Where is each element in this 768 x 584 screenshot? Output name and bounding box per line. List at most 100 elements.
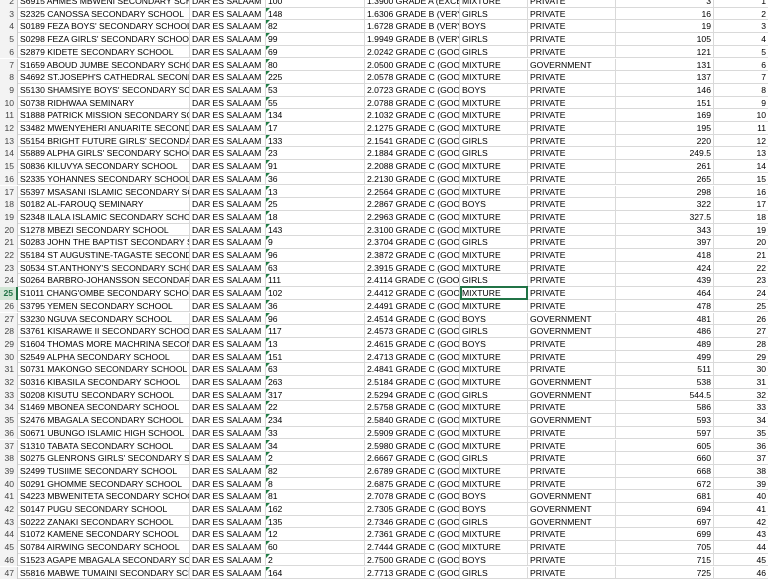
- regional-rank-cell[interactable]: 23: [714, 274, 768, 287]
- gender-cell[interactable]: MIXTURE: [460, 185, 528, 199]
- row-header[interactable]: 45: [0, 541, 18, 554]
- national-position-cell[interactable]: 597: [616, 426, 714, 440]
- regional-rank-cell[interactable]: 26: [714, 313, 768, 326]
- regional-rank-cell[interactable]: 40: [714, 490, 768, 503]
- ownership-cell[interactable]: GOVERNMENT: [528, 515, 616, 529]
- row-header[interactable]: 25: [0, 287, 18, 300]
- national-position-cell[interactable]: 249.5: [616, 147, 714, 161]
- national-position-cell[interactable]: 593: [616, 414, 714, 427]
- ownership-cell[interactable]: PRIVATE: [528, 553, 616, 567]
- region-cell[interactable]: DAR ES SALAAM: [190, 147, 266, 161]
- national-position-cell[interactable]: 668: [616, 464, 714, 478]
- gpa-grade-cell[interactable]: 2.1884 GRADE C (GOOD): [365, 147, 460, 161]
- ownership-cell[interactable]: PRIVATE: [528, 96, 616, 110]
- region-cell[interactable]: DAR ES SALAAM: [190, 325, 266, 338]
- national-position-cell[interactable]: 19: [616, 20, 714, 34]
- gender-cell[interactable]: GIRLS: [460, 236, 528, 249]
- national-position-cell[interactable]: 681: [616, 490, 714, 503]
- ownership-cell[interactable]: PRIVATE: [528, 363, 616, 376]
- school-name-cell[interactable]: S0298 FEZA GIRLS' SECONDARY SCHOOL: [18, 33, 190, 46]
- ownership-cell[interactable]: PRIVATE: [528, 185, 616, 199]
- regional-rank-cell[interactable]: 5: [714, 46, 768, 59]
- national-position-cell[interactable]: 538: [616, 376, 714, 389]
- gender-cell[interactable]: MIXTURE: [460, 261, 528, 275]
- region-cell[interactable]: DAR ES SALAAM: [190, 172, 266, 186]
- regional-rank-cell[interactable]: 34: [714, 414, 768, 427]
- gpa-grade-cell[interactable]: 2.4114 GRADE C (GOOD): [365, 274, 460, 288]
- school-name-cell[interactable]: S1011 CHANG'OMBE SECONDARY SCHOOL: [18, 287, 190, 300]
- candidates-cell[interactable]: 91: [266, 160, 365, 173]
- ownership-cell[interactable]: PRIVATE: [528, 401, 616, 415]
- candidates-cell[interactable]: 111: [266, 274, 365, 288]
- gpa-grade-cell[interactable]: 2.0500 GRADE C (GOOD): [365, 58, 460, 72]
- region-cell[interactable]: DAR ES SALAAM: [190, 503, 266, 516]
- gender-cell[interactable]: MIXTURE: [460, 426, 528, 440]
- gender-cell[interactable]: MIXTURE: [460, 350, 528, 364]
- region-cell[interactable]: DAR ES SALAAM: [190, 287, 266, 300]
- gender-cell[interactable]: BOYS: [460, 20, 528, 34]
- gender-cell[interactable]: MIXTURE: [460, 122, 528, 135]
- gender-cell[interactable]: BOYS: [460, 312, 528, 326]
- gender-cell[interactable]: BOYS: [460, 503, 528, 516]
- national-position-cell[interactable]: 511: [616, 363, 714, 376]
- row-header[interactable]: 36: [0, 426, 18, 440]
- row-header[interactable]: 12: [0, 122, 18, 135]
- row-header[interactable]: 40: [0, 477, 18, 491]
- gender-cell[interactable]: BOYS: [460, 553, 528, 567]
- gpa-grade-cell[interactable]: 1.6728 GRADE B (VERY GOOD): [365, 20, 460, 34]
- gpa-grade-cell[interactable]: 2.2564 GRADE C (GOOD): [365, 185, 460, 199]
- gpa-grade-cell[interactable]: 2.2130 GRADE C (GOOD): [365, 172, 460, 186]
- gender-cell[interactable]: GIRLS: [460, 134, 528, 148]
- gender-cell[interactable]: MIXTURE: [460, 541, 528, 554]
- national-position-cell[interactable]: 499: [616, 350, 714, 364]
- school-name-cell[interactable]: S0671 UBUNGO ISLAMIC HIGH SCHOOL: [18, 426, 190, 440]
- candidates-cell[interactable]: 34: [266, 439, 365, 453]
- ownership-cell[interactable]: PRIVATE: [528, 464, 616, 478]
- national-position-cell[interactable]: 195: [616, 122, 714, 135]
- row-header[interactable]: 16: [0, 172, 18, 186]
- gpa-grade-cell[interactable]: 2.7713 GRADE C (GOOD): [365, 566, 460, 580]
- ownership-cell[interactable]: PRIVATE: [528, 452, 616, 465]
- row-header[interactable]: 17: [0, 185, 18, 199]
- gender-cell[interactable]: MIXTURE: [460, 376, 528, 389]
- national-position-cell[interactable]: 660: [616, 452, 714, 465]
- regional-rank-cell[interactable]: 10: [714, 109, 768, 122]
- gender-cell[interactable]: BOYS: [460, 337, 528, 351]
- candidates-cell[interactable]: 82: [266, 20, 365, 34]
- regional-rank-cell[interactable]: 8: [714, 84, 768, 97]
- region-cell[interactable]: DAR ES SALAAM: [190, 96, 266, 110]
- gender-cell[interactable]: MIXTURE: [460, 464, 528, 478]
- gender-cell[interactable]: GIRLS: [460, 45, 528, 59]
- gpa-grade-cell[interactable]: 2.1275 GRADE C (GOOD): [365, 122, 460, 135]
- gender-cell[interactable]: MIXTURE: [460, 249, 528, 262]
- school-name-cell[interactable]: S2335 YOHANNES SECONDARY SCHOOL: [18, 172, 190, 186]
- gpa-grade-cell[interactable]: 1.3900 GRADE A (EXCELLENT): [365, 0, 460, 8]
- national-position-cell[interactable]: 121: [616, 45, 714, 59]
- region-cell[interactable]: DAR ES SALAAM: [190, 109, 266, 122]
- gpa-grade-cell[interactable]: 2.7078 GRADE C (GOOD): [365, 490, 460, 503]
- row-header[interactable]: 2: [0, 0, 18, 8]
- ownership-cell[interactable]: PRIVATE: [528, 541, 616, 554]
- gender-cell[interactable]: MIXTURE: [460, 210, 528, 224]
- gender-cell[interactable]: MIXTURE: [460, 172, 528, 186]
- regional-rank-cell[interactable]: 28: [714, 338, 768, 351]
- regional-rank-cell[interactable]: 31: [714, 376, 768, 389]
- candidates-cell[interactable]: 143: [266, 223, 365, 237]
- candidates-cell[interactable]: 263: [266, 376, 365, 389]
- regional-rank-cell[interactable]: 42: [714, 516, 768, 529]
- row-header[interactable]: 3: [0, 7, 18, 21]
- regional-rank-cell[interactable]: 21: [714, 249, 768, 262]
- candidates-cell[interactable]: 9: [266, 236, 365, 249]
- gender-cell[interactable]: MIXTURE: [460, 363, 528, 376]
- row-header[interactable]: 47: [0, 566, 18, 580]
- gender-cell[interactable]: GIRLS: [460, 452, 528, 465]
- gpa-grade-cell[interactable]: 2.5909 GRADE C (GOOD): [365, 426, 460, 440]
- school-name-cell[interactable]: S0189 FEZA BOYS' SECONDARY SCHOOL: [18, 20, 190, 34]
- national-position-cell[interactable]: 694: [616, 503, 714, 516]
- gender-cell[interactable]: MIXTURE: [460, 96, 528, 110]
- candidates-cell[interactable]: 53: [266, 83, 365, 97]
- gpa-grade-cell[interactable]: 2.2088 GRADE C (GOOD): [365, 160, 460, 173]
- regional-rank-cell[interactable]: 14: [714, 160, 768, 173]
- regional-rank-cell[interactable]: 12: [714, 135, 768, 148]
- row-header[interactable]: 11: [0, 109, 18, 122]
